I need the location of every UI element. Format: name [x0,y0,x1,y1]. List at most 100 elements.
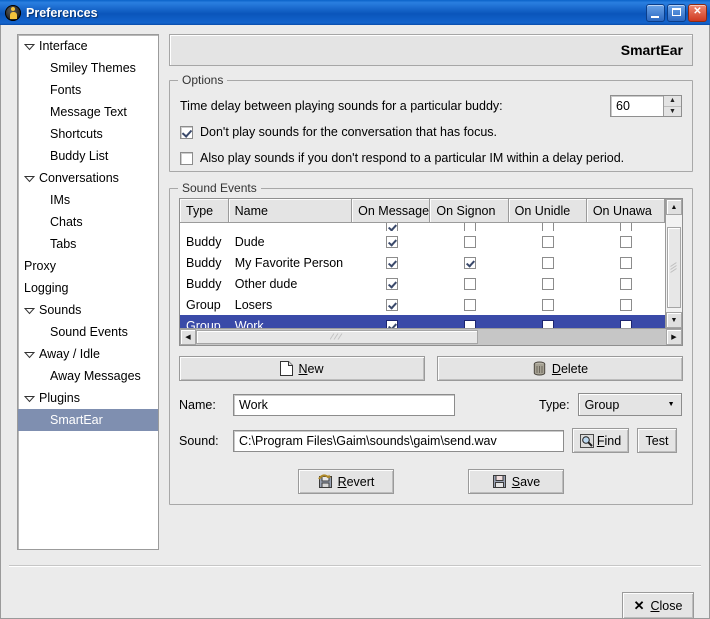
cell-on-unidle[interactable] [509,235,587,248]
row-checkbox[interactable] [541,298,554,311]
sidebar-item-away-idle[interactable]: Away / Idle [18,343,158,365]
delay-spinner[interactable]: 60 ▲ ▼ [610,95,682,117]
close-window-button[interactable]: ✕ [688,3,707,22]
sidebar-item-buddy-list[interactable]: Buddy List [18,145,158,167]
window-titlebar[interactable]: Preferences ✕ [0,0,710,25]
noresponse-checkbox-row[interactable]: Also play sounds if you don't respond to… [180,147,682,169]
cell-on-signon[interactable] [431,235,509,248]
maximize-button[interactable] [667,3,686,22]
column-header-type[interactable]: Type [180,199,229,223]
cell-on-signon[interactable] [431,319,509,328]
sidebar-item-smiley-themes[interactable]: Smiley Themes [18,57,158,79]
cell-on-unidle[interactable] [509,319,587,328]
vscroll-track[interactable] [666,215,682,312]
delete-button[interactable]: Delete [437,356,683,381]
hscroll-thumb[interactable] [196,330,478,344]
row-checkbox[interactable] [541,319,554,328]
cell-on-unaway[interactable] [587,235,665,248]
row-checkbox[interactable] [463,256,476,269]
table-row[interactable]: Buddy Dude [180,231,665,252]
spinner-up-icon[interactable]: ▲ [664,96,681,107]
cell-on-unidle[interactable] [509,256,587,269]
row-checkbox[interactable] [619,256,632,269]
sidebar-item-logging[interactable]: Logging [18,277,158,299]
cell-on-unaway[interactable] [587,256,665,269]
cell-on-message[interactable] [353,235,431,248]
row-checkbox[interactable] [385,256,398,269]
row-checkbox[interactable] [385,319,398,328]
test-button[interactable]: Test [637,428,677,453]
column-header-on-signon[interactable]: On Signon [430,199,509,223]
sidebar-item-sounds[interactable]: Sounds [18,299,158,321]
sidebar-item-plugins[interactable]: Plugins [18,387,158,409]
save-button[interactable]: Save [468,469,564,494]
table-row-partial[interactable] [180,223,665,231]
delay-value[interactable]: 60 [611,96,663,116]
cell-on-message[interactable] [353,298,431,311]
sound-input[interactable]: C:\Program Files\Gaim\sounds\gaim\send.w… [233,429,564,452]
focus-checkbox-row[interactable]: Don't play sounds for the conversation t… [180,121,682,143]
focus-checkbox[interactable] [180,125,193,139]
find-button[interactable]: Find [572,428,629,453]
row-checkbox[interactable] [385,235,398,248]
sidebar-item-ims[interactable]: IMs [18,189,158,211]
close-button[interactable]: ✕ Close [622,592,694,619]
revert-button[interactable]: Revert [298,469,394,494]
row-checkbox[interactable] [463,277,476,290]
column-header-on-unidle[interactable]: On Unidle [508,199,587,223]
row-checkbox[interactable] [463,319,476,328]
hscroll-track[interactable] [196,329,666,345]
table-row[interactable]: Buddy My Favorite Person [180,252,665,273]
column-header-on-unawa[interactable]: On Unawa [586,199,666,223]
row-checkbox[interactable] [619,277,632,290]
chevron-down-icon[interactable]: ▼ [662,394,681,415]
sidebar-item-message-text[interactable]: Message Text [18,101,158,123]
row-checkbox[interactable] [619,319,632,328]
scroll-down-icon[interactable]: ▼ [666,312,682,328]
row-checkbox[interactable] [463,298,476,311]
sidebar-item-sound-events[interactable]: Sound Events [18,321,158,343]
horizontal-scrollbar[interactable]: ◀ ▶ [180,328,682,345]
sidebar-item-smartear[interactable]: SmartEar [18,409,158,431]
new-button[interactable]: New [179,356,425,381]
table-row[interactable]: Group Losers [180,294,665,315]
minimize-button[interactable] [646,3,665,22]
vscroll-thumb[interactable] [667,227,681,308]
expander-triangle-icon[interactable] [24,173,35,184]
row-checkbox[interactable] [541,235,554,248]
vertical-scrollbar[interactable]: ▲ ▼ [665,199,682,328]
noresponse-checkbox[interactable] [180,151,193,165]
table-row[interactable]: Buddy Other dude [180,273,665,294]
sidebar-item-chats[interactable]: Chats [18,211,158,233]
row-checkbox[interactable] [385,277,398,290]
spinner-down-icon[interactable]: ▼ [664,107,681,117]
cell-on-signon[interactable] [431,256,509,269]
scroll-left-icon[interactable]: ◀ [180,329,196,345]
sidebar-item-interface[interactable]: Interface [18,35,158,57]
table-row[interactable]: Group Work [180,315,665,328]
sound-events-table[interactable]: Type Name On Message On Signon On Unidle On U… [179,198,683,346]
cell-on-signon[interactable] [431,298,509,311]
cell-on-message[interactable] [353,319,431,328]
expander-triangle-icon[interactable] [24,349,35,360]
cell-on-unidle[interactable] [509,298,587,311]
sidebar-item-tabs[interactable]: Tabs [18,233,158,255]
row-checkbox[interactable] [541,256,554,269]
cell-on-unaway[interactable] [587,319,665,328]
cell-on-unaway[interactable] [587,277,665,290]
sidebar-item-proxy[interactable]: Proxy [18,255,158,277]
cell-on-message[interactable] [353,277,431,290]
expander-triangle-icon[interactable] [24,305,35,316]
preferences-tree[interactable]: Interface Smiley Themes Fonts Message Text S… [17,34,159,550]
row-checkbox[interactable] [385,298,398,311]
sidebar-item-fonts[interactable]: Fonts [18,79,158,101]
scroll-up-icon[interactable]: ▲ [666,199,682,215]
cell-on-signon[interactable] [431,277,509,290]
column-header-name[interactable]: Name [228,199,353,223]
scroll-right-icon[interactable]: ▶ [666,329,682,345]
sidebar-item-conversations[interactable]: Conversations [18,167,158,189]
expander-triangle-icon[interactable] [24,41,35,52]
sidebar-item-away-messages[interactable]: Away Messages [18,365,158,387]
row-checkbox[interactable] [619,235,632,248]
cell-on-unidle[interactable] [509,277,587,290]
